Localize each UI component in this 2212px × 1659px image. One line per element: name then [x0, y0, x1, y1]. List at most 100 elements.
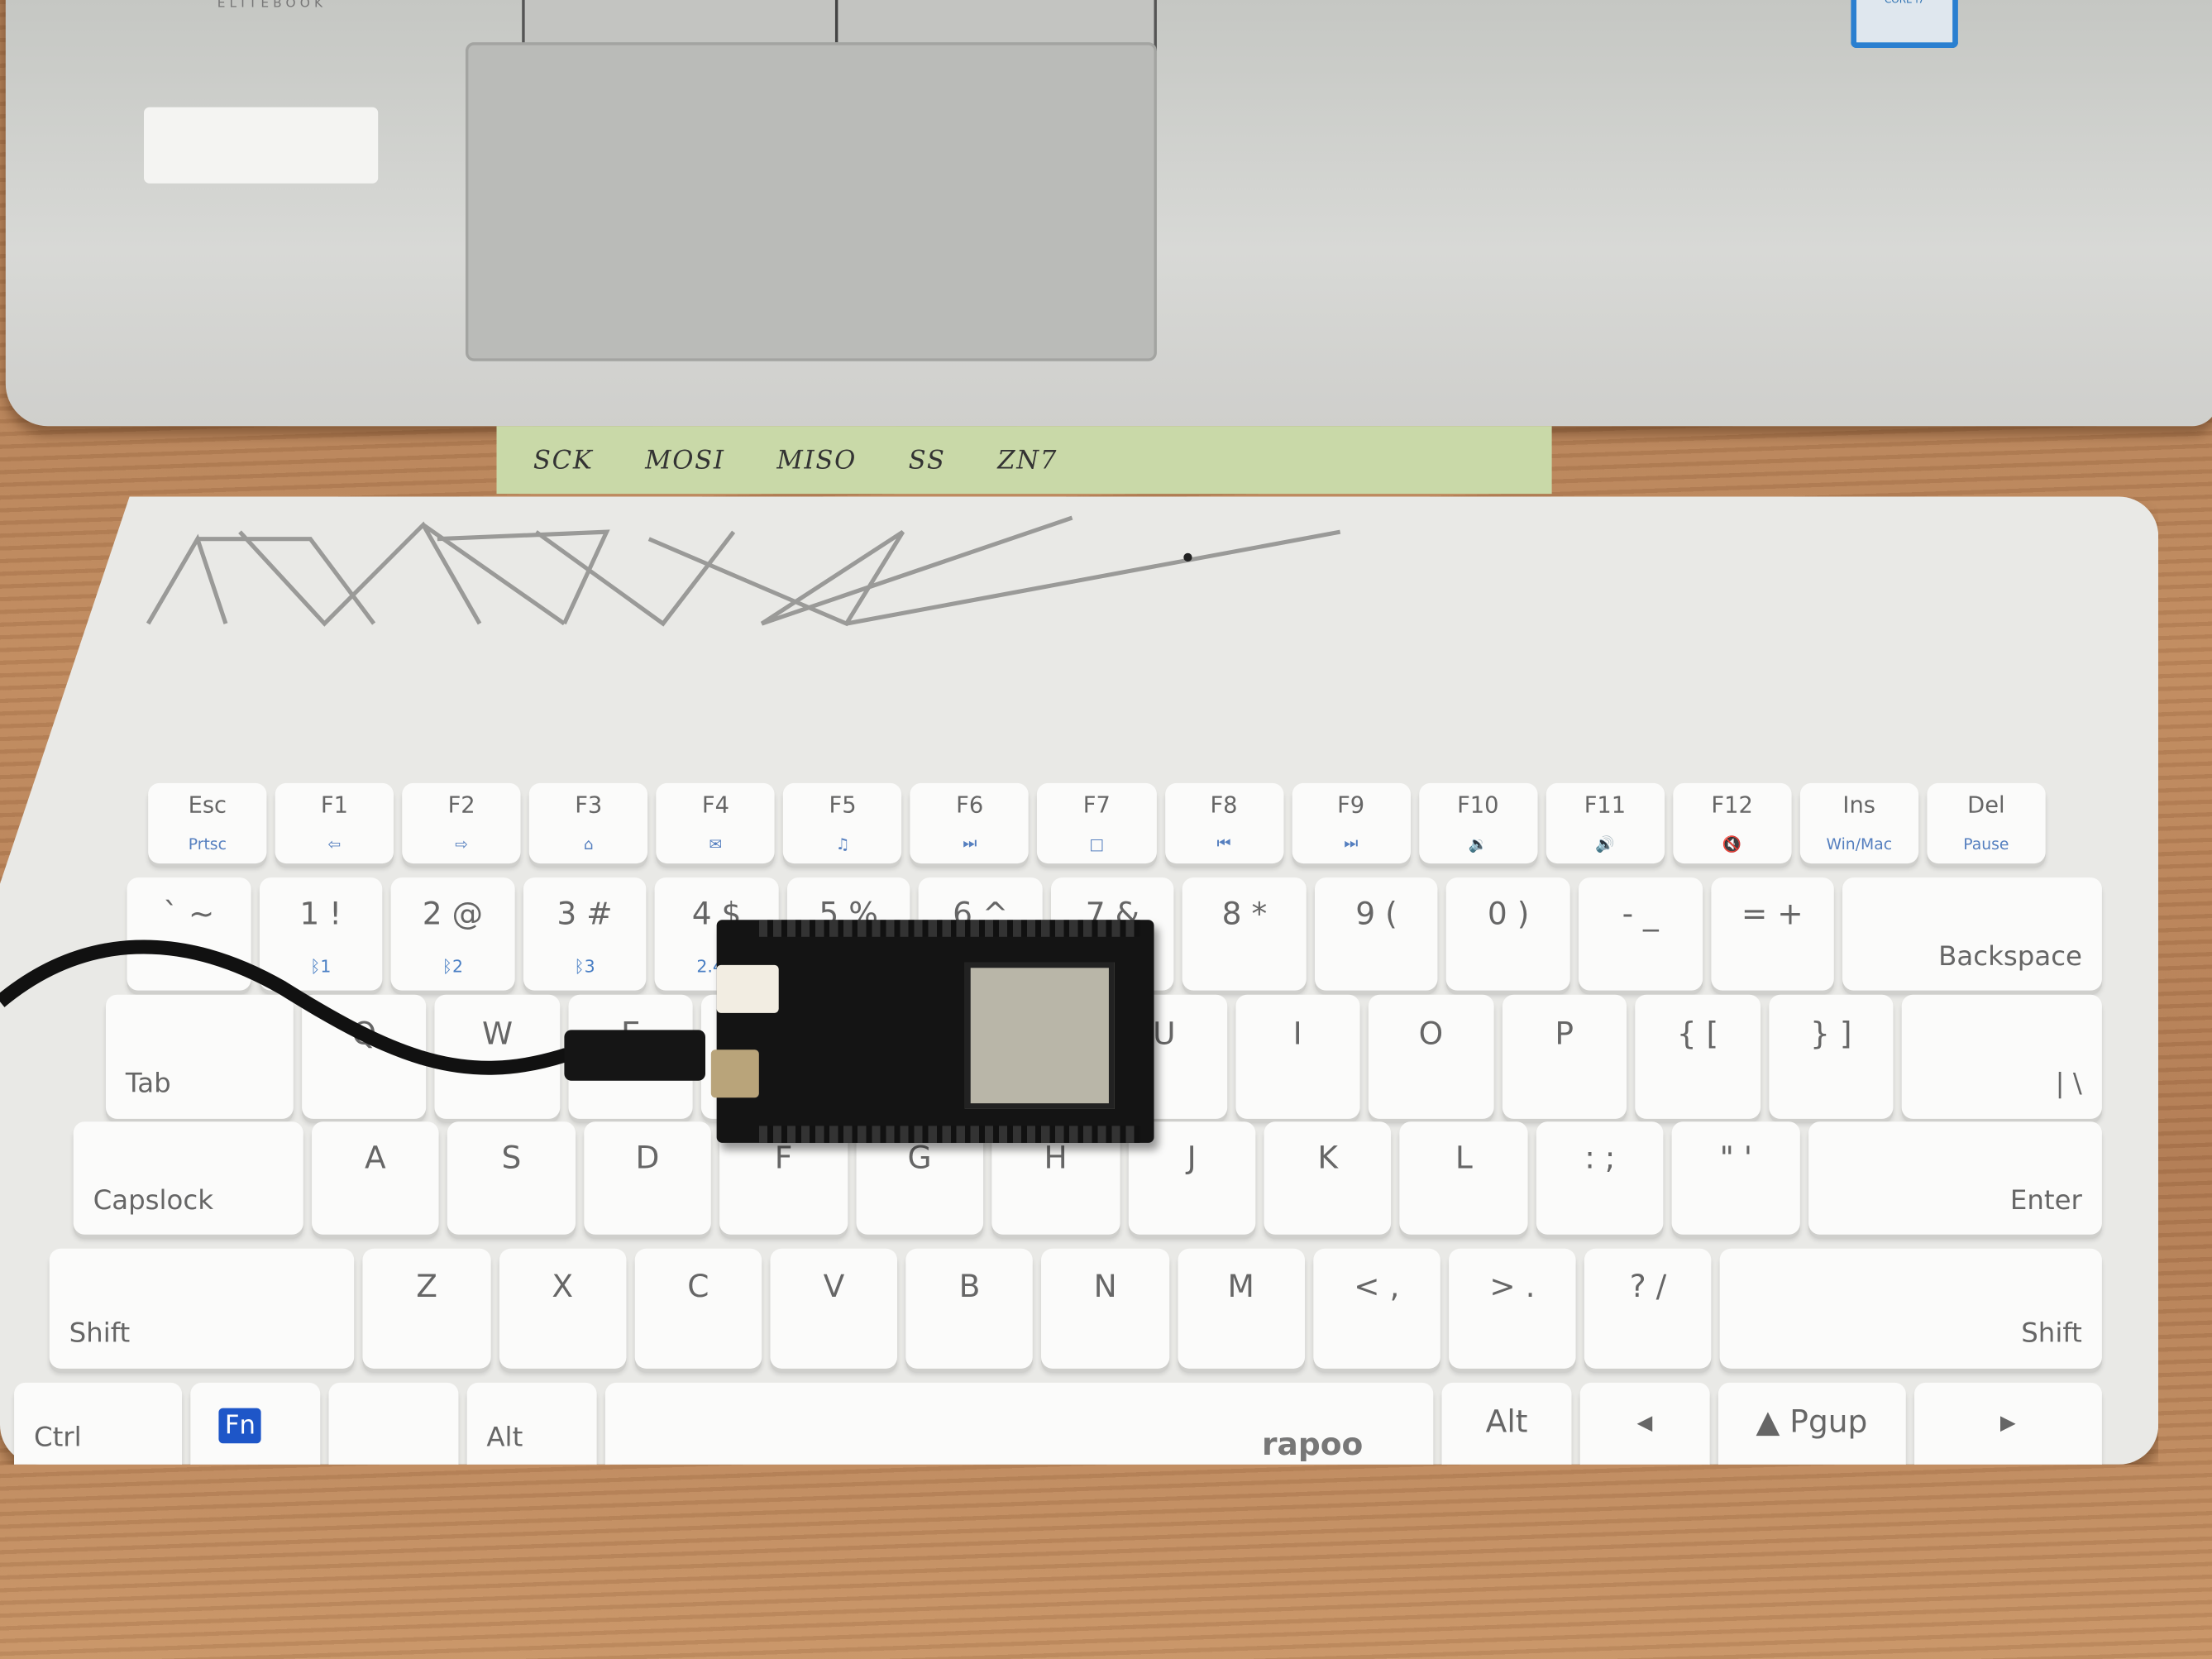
key-secondary-legend: Prtsc	[188, 835, 227, 854]
key-legend: I	[1292, 1016, 1302, 1053]
key-k[interactable]: K	[1264, 1121, 1392, 1235]
key-secondary-legend: ⏭	[1344, 834, 1359, 853]
key-[interactable]: > .	[1448, 1248, 1576, 1369]
key-f9[interactable]: F9 ⏭	[1291, 782, 1411, 864]
key-0[interactable]: 0 )	[1446, 877, 1570, 991]
key-shift[interactable]: Shift	[49, 1248, 355, 1369]
key-secondary-legend: 🔊	[1595, 835, 1615, 854]
key-[interactable]: ` ~	[127, 877, 251, 991]
key-x[interactable]: X	[499, 1248, 627, 1369]
key-shift[interactable]: Shift	[1720, 1248, 2102, 1369]
wifi-module	[964, 962, 1115, 1109]
key-legend: ▲ Pgup	[1756, 1405, 1868, 1441]
key-f8[interactable]: F8 ⏮	[1164, 782, 1283, 864]
key-a[interactable]: A	[311, 1121, 440, 1235]
key-l[interactable]: L	[1400, 1121, 1528, 1235]
key-z[interactable]: Z	[363, 1248, 491, 1369]
key-[interactable]: < ,	[1312, 1248, 1440, 1369]
key-legend: F3	[575, 791, 603, 818]
key-legend: Ctrl	[33, 1421, 82, 1453]
key-f3[interactable]: F3 ⌂	[529, 782, 648, 864]
key-f6[interactable]: F6 ⏭	[910, 782, 1030, 864]
key-legend: Capslock	[93, 1185, 214, 1217]
key-s[interactable]: S	[447, 1121, 576, 1235]
key-8[interactable]: 8 *	[1182, 877, 1307, 991]
key-[interactable]: - _	[1579, 877, 1703, 991]
key-legend: N	[1093, 1269, 1117, 1306]
key-w[interactable]: W	[435, 994, 561, 1119]
key-f7[interactable]: F7 □	[1037, 782, 1157, 864]
key-legend: = +	[1741, 897, 1804, 934]
key-legend: F5	[829, 791, 857, 818]
key-f2[interactable]: F2 ⇨	[402, 782, 521, 864]
key-legend: ` ~	[163, 897, 215, 934]
key-[interactable]: } ]	[1768, 994, 1894, 1119]
key-e[interactable]: E	[568, 994, 694, 1119]
key-f11[interactable]: F11 🔊	[1546, 782, 1665, 864]
key-f1[interactable]: F1 ⇦	[275, 782, 394, 864]
key-v[interactable]: V	[770, 1248, 898, 1369]
key-d[interactable]: D	[583, 1121, 712, 1235]
key-legend: Backspace	[1938, 941, 2082, 973]
key-[interactable]: | \	[1902, 994, 2102, 1119]
key-legend: F11	[1584, 791, 1627, 818]
key-3[interactable]: 3 # ᛒ3	[523, 877, 647, 991]
brand-logo: rapoo	[1261, 1427, 1364, 1463]
key-legend: 3 #	[557, 897, 613, 934]
battery-connector	[716, 964, 779, 1013]
key-legend: F12	[1711, 791, 1753, 818]
key-f5[interactable]: F5 ♫	[783, 782, 902, 864]
key-row: Shift Z X C V B N M < , > . ? / Shift	[49, 1248, 2102, 1369]
key-legend: S	[501, 1141, 522, 1178]
key-p[interactable]: P	[1502, 994, 1627, 1119]
key-legend: > .	[1489, 1269, 1536, 1306]
key-secondary-legend: ⇨	[455, 835, 468, 854]
key-9[interactable]: 9 (	[1314, 877, 1439, 991]
key-legend: ? /	[1629, 1269, 1667, 1306]
key-secondary-legend: ᛒ3	[574, 957, 595, 978]
key-[interactable]: ? /	[1584, 1248, 1712, 1369]
key-legend: F6	[956, 791, 984, 818]
key-2[interactable]: 2 @ ᛒ2	[390, 877, 515, 991]
key-legend: F9	[1337, 791, 1365, 818]
key-secondary-legend: ⏭	[963, 834, 977, 853]
key-esc[interactable]: Esc Prtsc	[148, 782, 267, 864]
key-enter[interactable]: Enter	[1808, 1121, 2102, 1235]
key-legend: 9 (	[1355, 897, 1397, 934]
key-b[interactable]: B	[905, 1248, 1034, 1369]
key-n[interactable]: N	[1041, 1248, 1169, 1369]
key-f12[interactable]: F12 🔇	[1672, 782, 1792, 864]
key-[interactable]: { [	[1635, 994, 1761, 1119]
key-tab[interactable]: Tab	[105, 994, 294, 1119]
key-f4[interactable]: F4 ✉	[656, 782, 776, 864]
key-legend: Shift	[2021, 1318, 2082, 1350]
key-[interactable]: : ;	[1536, 1121, 1664, 1235]
key-c[interactable]: C	[634, 1248, 762, 1369]
key-backspace[interactable]: Backspace	[1842, 877, 2102, 991]
key-1[interactable]: 1 ! ᛒ1	[259, 877, 383, 991]
key-q[interactable]: Q	[301, 994, 427, 1119]
header-pins	[758, 1126, 1140, 1143]
key-capslock[interactable]: Capslock	[73, 1121, 303, 1235]
key-legend: W	[481, 1016, 514, 1053]
key-legend: { [	[1676, 1016, 1719, 1053]
key-m[interactable]: M	[1177, 1248, 1305, 1369]
key-f10[interactable]: F10 🔉	[1418, 782, 1538, 864]
key-[interactable]: = +	[1710, 877, 1834, 991]
key-secondary-legend: ᛒ2	[442, 957, 464, 978]
key-legend: F2	[447, 791, 475, 818]
key-[interactable]: " '	[1672, 1121, 1800, 1235]
key-legend: J	[1187, 1141, 1197, 1178]
key-legend: F4	[701, 791, 729, 818]
key-legend: H	[1044, 1141, 1068, 1178]
key-i[interactable]: I	[1235, 994, 1360, 1119]
key-secondary-legend: □	[1089, 835, 1105, 854]
key-del[interactable]: Del Pause	[1927, 782, 2046, 864]
key-legend: F	[774, 1141, 793, 1178]
micro-usb-port	[710, 1049, 759, 1098]
touchpad	[465, 42, 1157, 361]
key-ins[interactable]: Ins Win/Mac	[1799, 782, 1918, 864]
key-secondary-legend: Pause	[1963, 835, 2009, 854]
keyboard-line-pattern	[146, 515, 1341, 627]
key-o[interactable]: O	[1368, 994, 1493, 1119]
